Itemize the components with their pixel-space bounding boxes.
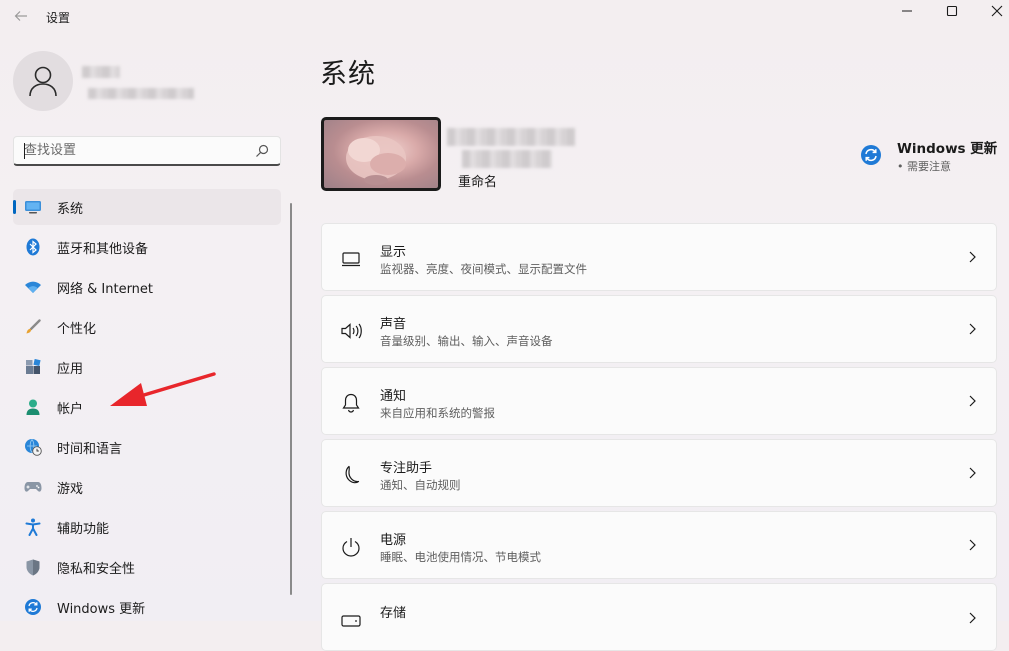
card-subtitle: 睡眠、电池使用情况、节电模式 [380,550,541,564]
sidebar-item-accessibility[interactable]: 辅助功能 [13,509,281,545]
update-icon [24,598,42,616]
chevron-right-icon [969,467,976,479]
card-title: 显示 [380,245,407,260]
sidebar-item-accounts[interactable]: 帐户 [13,389,281,425]
wifi-icon [24,278,42,296]
card-title: 声音 [380,317,407,332]
sidebar-item-label: 个性化 [57,322,97,337]
card-title: 电源 [380,533,407,548]
chevron-right-icon [969,323,976,335]
storage-icon [340,610,362,632]
sidebar-item-network[interactable]: 网络 & Internet [13,269,281,305]
sidebar-item-label: 帐户 [57,402,84,417]
card-subtitle: 通知、自动规则 [380,478,461,492]
apps-icon [24,358,42,376]
settings-card-notifications[interactable]: 通知 来自应用和系统的警报 [321,367,997,435]
selection-indicator [13,200,16,214]
sidebar-item-gaming[interactable]: 游戏 [13,469,281,505]
settings-card-sound[interactable]: 声音 音量级别、输出、输入、声音设备 [321,295,997,363]
search-icon[interactable] [254,143,270,159]
search-input[interactable] [14,137,250,164]
sidebar-item-privacy[interactable]: 隐私和安全性 [13,549,281,585]
sidebar-item-label: Windows 更新 [57,602,146,617]
sidebar-item-time-language[interactable]: 时间和语言 [13,429,281,465]
redacted-device-name [447,128,575,146]
text-caret [24,143,25,159]
card-title: 专注助手 [380,461,433,476]
settings-card-display[interactable]: 显示 监视器、亮度、夜间模式、显示配置文件 [321,223,997,291]
bluetooth-icon [24,238,42,256]
card-subtitle: 来自应用和系统的警报 [380,406,495,420]
monitor-icon [24,198,42,216]
shield-icon [24,558,42,576]
sidebar-item-label: 隐私和安全性 [57,562,136,577]
sidebar-item-label: 游戏 [57,482,84,497]
settings-card-power[interactable]: 电源 睡眠、电池使用情况、节电模式 [321,511,997,579]
sidebar-item-bluetooth[interactable]: 蓝牙和其他设备 [13,229,281,265]
card-subtitle: 监视器、亮度、夜间模式、显示配置文件 [380,262,587,276]
windows-update-status: • 需要注意 [897,160,951,173]
person-icon [24,398,42,416]
speaker-icon [340,320,362,342]
rename-link[interactable]: 重命名 [458,171,497,190]
avatar[interactable] [13,51,73,111]
app-title: 设置 [46,11,71,25]
sidebar-item-label: 蓝牙和其他设备 [57,242,149,257]
globe-clock-icon [24,438,42,456]
sidebar-item-label: 系统 [57,202,84,217]
maximize-button[interactable] [929,0,975,22]
chevron-right-icon [969,539,976,551]
sidebar-item-system[interactable]: 系统 [13,189,281,225]
windows-update-icon [861,145,881,165]
sidebar-item-apps[interactable]: 应用 [13,349,281,385]
person-icon [29,66,57,97]
back-arrow-icon[interactable] [10,8,32,28]
close-button[interactable] [974,0,1009,22]
accessibility-icon [24,518,42,536]
page-title: 系统 [320,59,376,90]
chevron-right-icon [969,612,976,624]
sidebar-item-label: 辅助功能 [57,522,110,537]
card-subtitle: 音量级别、输出、输入、声音设备 [380,334,553,348]
card-title: 存储 [380,606,407,621]
device-wallpaper-thumbnail [321,117,441,191]
minimize-button[interactable] [884,0,930,22]
chevron-right-icon [969,251,976,263]
card-title: 通知 [380,389,407,404]
sidebar-item-label: 应用 [57,362,84,377]
sidebar-item-personalization[interactable]: 个性化 [13,309,281,345]
redacted-email [88,88,194,99]
sidebar-item-label: 时间和语言 [57,442,123,457]
sidebar-scrollbar[interactable] [290,203,292,595]
sidebar-item-windows-update[interactable]: Windows 更新 [13,589,281,625]
redacted-device-model [462,150,552,168]
gamepad-icon [24,478,42,496]
display-icon [340,248,362,270]
settings-card-focus-assist[interactable]: 专注助手 通知、自动规则 [321,439,997,507]
moon-icon [340,464,362,486]
power-icon [340,536,362,558]
bell-icon [340,392,362,414]
windows-update-title[interactable]: Windows 更新 [897,137,997,157]
brush-icon [24,318,42,336]
search-box[interactable] [13,136,281,166]
settings-card-storage[interactable]: 存储 [321,583,997,651]
redacted-username [82,66,120,78]
sidebar-item-label: 网络 & Internet [57,282,154,297]
chevron-right-icon [969,395,976,407]
